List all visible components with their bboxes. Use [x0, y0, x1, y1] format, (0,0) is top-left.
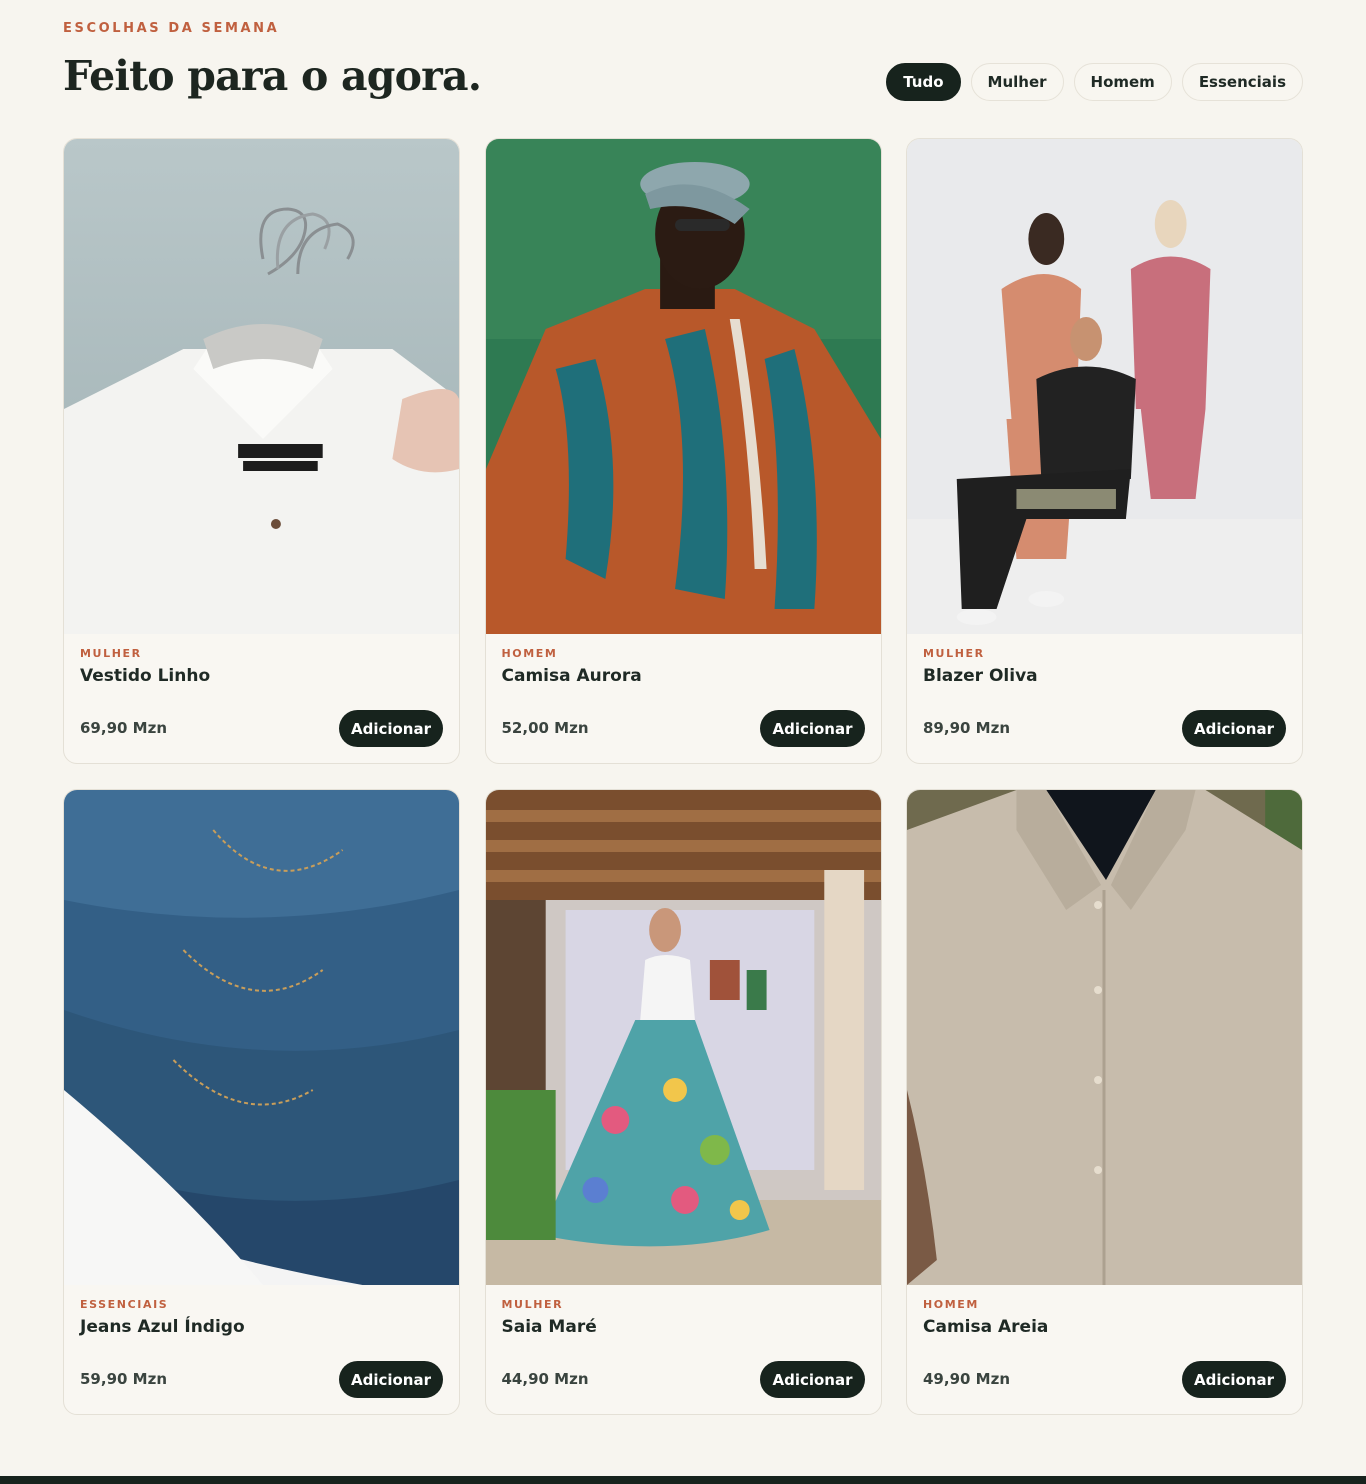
product-card[interactable]: ESSENCIAIS Jeans Azul Índigo 59,90 Mzn A… — [63, 789, 460, 1415]
product-image[interactable] — [485, 790, 881, 1285]
filter-chips: Tudo Mulher Homem Essenciais — [886, 63, 1303, 101]
product-category: MULHER — [80, 647, 142, 660]
product-name[interactable]: Vestido Linho — [80, 666, 443, 686]
product-price: 89,90 Mzn — [923, 719, 1011, 737]
product-price: 69,90 Mzn — [80, 719, 168, 737]
section-title: Feito para o agora. — [63, 52, 482, 100]
filter-tudo[interactable]: Tudo — [886, 63, 961, 101]
product-category: ESSENCIAIS — [80, 1298, 169, 1311]
footer-edge — [0, 1476, 1366, 1484]
product-card[interactable]: MULHER Saia Maré 44,90 Mzn Adicionar — [484, 789, 882, 1415]
product-name[interactable]: Jeans Azul Índigo — [80, 1317, 443, 1337]
product-image[interactable] — [907, 139, 1302, 634]
product-category: HOMEM — [501, 647, 558, 660]
add-to-cart-button[interactable]: Adicionar — [338, 1361, 443, 1398]
product-name[interactable]: Blazer Oliva — [923, 666, 1286, 686]
add-to-cart-button[interactable]: Adicionar — [1181, 710, 1286, 747]
filter-mulher[interactable]: Mulher — [970, 63, 1064, 101]
add-to-cart-button[interactable]: Adicionar — [1181, 1361, 1286, 1398]
add-to-cart-button[interactable]: Adicionar — [760, 710, 865, 747]
section-eyebrow: ESCOLHAS DA SEMANA — [63, 21, 280, 36]
product-image[interactable] — [485, 139, 881, 634]
product-name[interactable]: Camisa Aurora — [502, 666, 865, 686]
product-name[interactable]: Saia Maré — [502, 1317, 865, 1337]
product-category: MULHER — [501, 1298, 564, 1311]
product-price: 52,00 Mzn — [501, 719, 589, 737]
filter-essenciais[interactable]: Essenciais — [1181, 63, 1303, 101]
product-card[interactable]: MULHER Vestido Linho 69,90 Mzn Adicionar — [63, 138, 460, 764]
product-category: HOMEM — [923, 1298, 979, 1311]
product-card[interactable]: MULHER Blazer Oliva 89,90 Mzn Adicionar — [906, 138, 1303, 764]
filter-homem[interactable]: Homem — [1073, 63, 1172, 101]
product-price: 59,90 Mzn — [80, 1370, 168, 1388]
product-image[interactable] — [907, 790, 1302, 1285]
add-to-cart-button[interactable]: Adicionar — [760, 1361, 865, 1398]
product-grid: MULHER Vestido Linho 69,90 Mzn Adicionar — [63, 138, 1303, 1415]
product-card[interactable]: HOMEM Camisa Areia 49,90 Mzn Adicionar — [906, 789, 1303, 1415]
product-image[interactable] — [64, 790, 459, 1285]
product-card[interactable]: HOMEM Camisa Aurora 52,00 Mzn Adicionar — [484, 138, 882, 764]
product-price: 44,90 Mzn — [501, 1370, 589, 1388]
product-price: 49,90 Mzn — [923, 1370, 1011, 1388]
product-category: MULHER — [923, 647, 985, 660]
product-name[interactable]: Camisa Areia — [923, 1317, 1286, 1337]
product-image[interactable] — [64, 139, 459, 634]
add-to-cart-button[interactable]: Adicionar — [338, 710, 443, 747]
